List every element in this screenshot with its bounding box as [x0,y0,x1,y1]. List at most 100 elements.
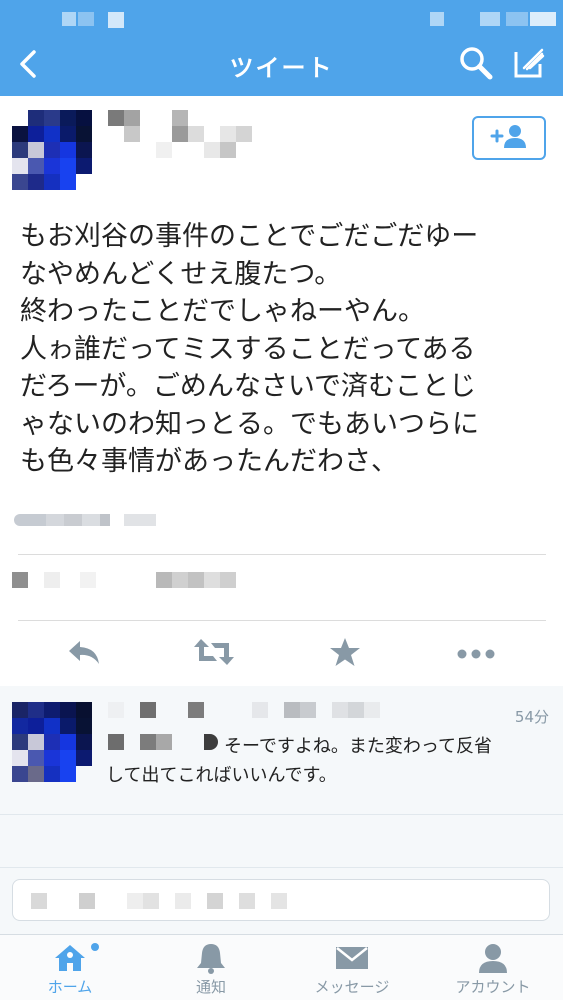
nav-bar: ツイート [0,36,563,96]
reply-avatar[interactable] [12,702,92,782]
bell-icon [191,941,231,975]
notification-dot [91,943,99,951]
avatar-pixel [76,142,92,158]
tab-label: ホーム [47,978,93,996]
avatar-pixel [76,702,92,718]
tab-messages[interactable]: メッセージ [282,935,422,1000]
tab-label: メッセージ [314,978,390,996]
tab-home[interactable]: ホーム [0,935,140,1000]
avatar-pixel [28,174,44,190]
search-icon [459,46,493,84]
avatar-pixel [44,174,60,190]
avatar-pixel [44,158,60,174]
divider [18,554,546,555]
avatar-pixel [60,734,76,750]
app-header: ツイート [0,0,563,96]
tweet-text-line: 終わったことだでしゃねーやん。 [20,296,425,327]
reply-icon [66,637,102,671]
follow-button[interactable] [472,116,546,160]
avatar-pixel [28,126,44,142]
tab-label: 通知 [195,978,226,996]
avatar-pixel [12,750,28,766]
avatar-pixel [76,126,92,142]
reply-timestamp: 54分 [514,708,549,726]
avatar-pixel [28,142,44,158]
envelope-icon [332,941,372,975]
avatar-pixel [28,702,44,718]
avatar-pixel [60,750,76,766]
avatar-pixel [76,734,92,750]
avatar-pixel [44,718,60,734]
avatar-pixel [28,718,44,734]
avatar-pixel [28,158,44,174]
tweet-text-line: も色々事情があったんだわさ、 [20,446,398,477]
star-icon [329,637,361,671]
status-redacted [506,12,528,26]
avatar-pixel [76,750,92,766]
avatar-pixel [44,142,60,158]
more-button[interactable] [454,632,498,676]
tweet-text-line: 人ゎ誰だってミスすることだってある [20,333,476,365]
tab-bar: ホーム 通知 メッセージ アカウント [0,934,563,1000]
avatar-pixel [12,126,28,142]
avatar-pixel [28,734,44,750]
avatar-pixel [44,750,60,766]
author-avatar[interactable] [12,110,92,190]
avatar-pixel [28,766,44,782]
status-redacted [530,12,556,26]
avatar-pixel [60,718,76,734]
avatar-pixel [60,702,76,718]
avatar-pixel [12,158,28,174]
favorite-button[interactable] [323,632,367,676]
status-redacted [480,12,500,26]
avatar-pixel [60,174,76,190]
status-redacted [62,12,76,26]
divider [18,620,546,621]
reply-input[interactable] [12,879,550,921]
status-redacted [108,12,124,28]
tweet-text-line: ゃないのわ知っとる。でもあいつらに [20,408,479,440]
compose-button[interactable] [508,44,550,86]
retweet-button[interactable] [192,632,236,676]
avatar-pixel [12,174,28,190]
reply-text-line: して出てこればいいんです。 [106,765,337,786]
avatar-pixel [28,110,44,126]
tweet-text-line: だろーが。ごめんなさいで済むことじ [20,371,477,402]
tab-label: アカウント [455,978,531,996]
avatar-pixel [76,718,92,734]
avatar-pixel [76,110,92,126]
tweet-text-line: もお刈谷の事件のことでごだごだゆー [20,221,479,252]
avatar-pixel [60,142,76,158]
reply-button[interactable] [62,632,106,676]
avatar-pixel [28,750,44,766]
compose-icon [512,46,546,84]
tab-account[interactable]: アカウント [423,935,563,1000]
avatar-pixel [12,766,28,782]
avatar-pixel [60,126,76,142]
avatar-pixel [60,766,76,782]
avatar-pixel [44,702,60,718]
tab-notifications[interactable]: 通知 [141,935,281,1000]
empty-area [0,814,563,868]
reply-text-line: そーですよね。また変わって反省 [224,736,493,757]
search-button[interactable] [455,44,497,86]
add-user-icon [489,123,529,153]
status-redacted [78,12,94,26]
home-icon [50,941,90,975]
person-icon [473,941,513,975]
more-icon [456,645,496,664]
tweet-text-line: なやめんどくせえ腹たつ。 [20,258,342,290]
avatar-pixel [60,110,76,126]
status-bar [0,0,563,36]
tweet-text: もお刈谷の事件のことでごだごだゆー なやめんどくせえ腹たつ。 終わったことだでし… [20,218,550,481]
reply-text: そーですよね。また変わって反省 して出てこればいいんです。 [106,732,556,790]
avatar-pixel [12,734,28,750]
avatar-pixel [60,158,76,174]
status-redacted [430,12,444,26]
avatar-pixel [44,734,60,750]
avatar-pixel [12,702,28,718]
avatar-pixel [12,718,28,734]
avatar-pixel [44,126,60,142]
retweet-icon [193,637,235,671]
avatar-pixel [76,158,92,174]
